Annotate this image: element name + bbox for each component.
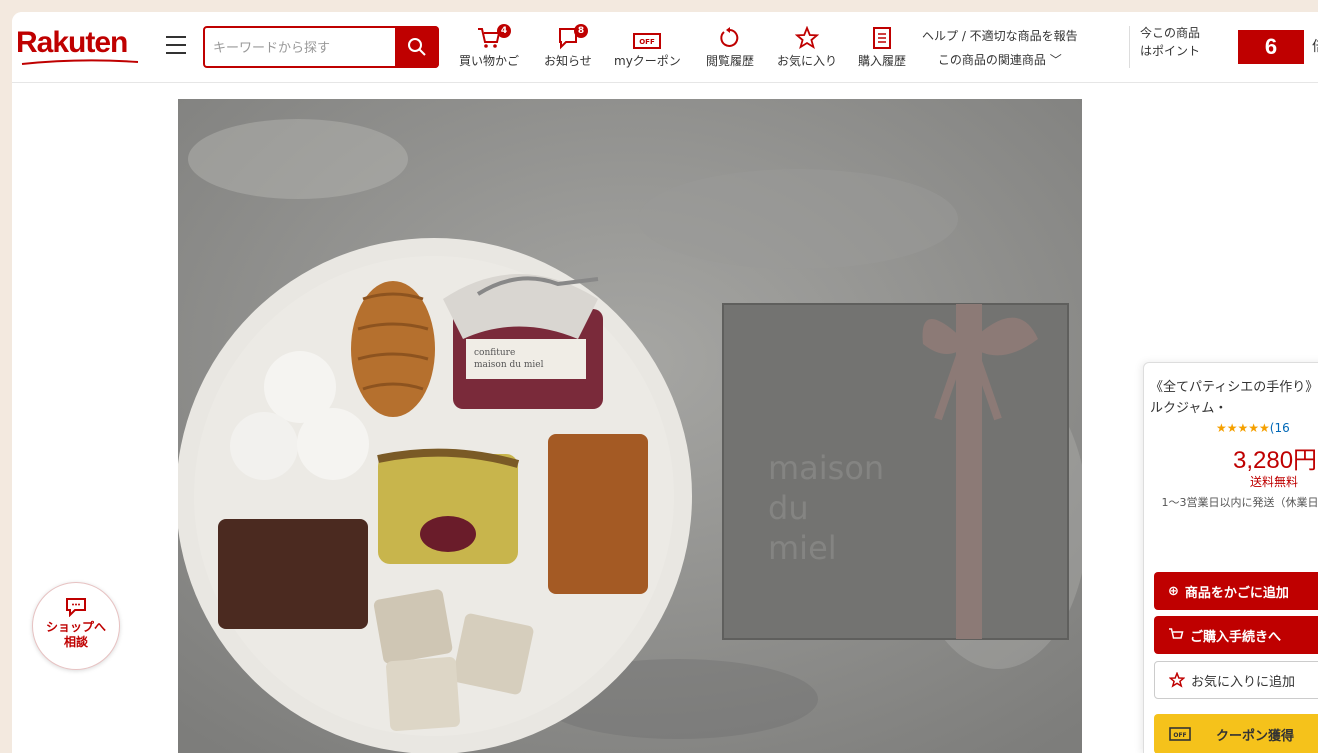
points-text: 今この商品 はポイント — [1140, 24, 1200, 60]
cart-badge: 4 — [497, 24, 511, 38]
svg-text:miel: miel — [768, 529, 837, 567]
svg-text:du: du — [768, 489, 809, 527]
points-line1: 今この商品 — [1140, 26, 1201, 40]
search-box — [203, 26, 439, 68]
plus-circle-icon: ⊕ — [1168, 583, 1179, 599]
chevron-down-icon: ﹀ — [1049, 53, 1062, 67]
history-icon — [720, 27, 739, 47]
nav-coupon[interactable]: OFF myクーポン — [614, 20, 681, 69]
nav-favorites[interactable]: お気に入り — [777, 20, 837, 69]
nav-coupon-label: myクーポン — [614, 54, 681, 68]
product-price: 3,280円 — [1233, 447, 1318, 474]
receipt-icon — [873, 27, 891, 49]
logo-text: Rakuten — [16, 26, 128, 59]
help-link[interactable]: ヘルプ / 不適切な商品を報告 — [922, 24, 1078, 48]
nav-purchase-history-label: 購入履歴 — [858, 54, 907, 68]
add-favorite-label: お気に入りに追加 — [1191, 674, 1296, 690]
coupon-icon: OFF — [1169, 727, 1191, 741]
checkout-label: ご購入手続きへ — [1190, 629, 1282, 645]
help-block: ヘルプ / 不適切な商品を報告 この商品の関連商品 ﹀ — [922, 24, 1078, 72]
shop-chat-label: ショップへ 相談 — [45, 620, 106, 649]
shop-chat-button[interactable]: ショップへ 相談 — [32, 582, 120, 670]
review-count: (16 — [1269, 421, 1290, 435]
page-frame: Rakuten 4 買い物か — [12, 12, 1318, 753]
header: Rakuten 4 買い物か — [12, 12, 1318, 83]
points-line2: はポイント — [1140, 44, 1201, 58]
points-multiplier-badge: 6 — [1238, 30, 1304, 64]
cart-icon — [1169, 628, 1184, 639]
nav-notifications[interactable]: 8 お知らせ — [544, 20, 592, 69]
svg-text:maison du miel: maison du miel — [474, 360, 544, 370]
svg-text:maison: maison — [768, 449, 884, 487]
rakuten-logo[interactable]: Rakuten — [16, 26, 128, 59]
chat-icon — [66, 598, 86, 618]
product-title: 《全てパティシエの手作り》ミルクジャム・ — [1150, 380, 1318, 416]
search-input[interactable] — [211, 35, 387, 61]
chocolate-cake — [218, 519, 368, 629]
add-to-cart-label: 商品をかごに追加 — [1184, 585, 1289, 601]
star-icon — [1169, 672, 1185, 688]
nav-history[interactable]: 閲覧履歴 — [706, 20, 754, 69]
financier — [548, 434, 648, 594]
add-to-cart-button[interactable]: ⊕ 商品をかごに追加 — [1154, 572, 1318, 610]
coupon-icon: OFF — [633, 33, 662, 49]
purchase-panel: 《全てパティシエの手作り》ミルクジャム・ ★★★★★(16 3,280円 送料無… — [1143, 362, 1318, 753]
checkout-button[interactable]: ご購入手続きへ — [1154, 616, 1318, 654]
logo-swoosh-icon — [21, 59, 139, 65]
points-suffix: 倍 — [1312, 36, 1318, 56]
nav-notifications-label: お知らせ — [544, 54, 592, 68]
madeleine — [351, 281, 435, 417]
nav-favorites-label: お気に入り — [777, 54, 838, 68]
related-products-label: この商品の関連商品 — [937, 53, 1046, 67]
add-favorite-button[interactable]: お気に入りに追加 — [1154, 661, 1318, 699]
notifications-badge: 8 — [574, 24, 588, 38]
nav-purchase-history[interactable]: 購入履歴 — [858, 20, 906, 69]
nav-cart-label: 買い物かご — [459, 54, 520, 68]
coupon-icon-text: OFF — [640, 38, 656, 46]
shipping-free: 送料無料 — [1250, 475, 1299, 489]
rating-stars: ★★★★★ — [1216, 421, 1270, 435]
nav-history-label: 閲覧履歴 — [706, 54, 755, 68]
star-icon — [795, 26, 819, 50]
search-icon — [408, 38, 426, 56]
related-products-link[interactable]: この商品の関連商品 ﹀ — [922, 48, 1078, 72]
product-image[interactable]: confiture maison du miel maison du miel — [178, 99, 1082, 753]
product-photo: confiture maison du miel maison du miel — [178, 99, 1082, 753]
header-divider — [1129, 26, 1130, 68]
get-coupon-button[interactable]: OFF クーポン獲得 — [1154, 714, 1318, 753]
coupon-icon-text: OFF — [1173, 732, 1186, 739]
menu-icon[interactable] — [162, 36, 186, 56]
get-coupon-label: クーポン獲得 — [1216, 728, 1295, 744]
svg-text:confiture: confiture — [474, 348, 515, 358]
nav-cart[interactable]: 4 買い物かご — [459, 20, 519, 69]
delivery-info: 1〜3営業日以内に発送（休業日除く — [1161, 496, 1318, 509]
rating[interactable]: ★★★★★(16 — [1216, 421, 1290, 435]
search-button[interactable] — [395, 26, 439, 68]
